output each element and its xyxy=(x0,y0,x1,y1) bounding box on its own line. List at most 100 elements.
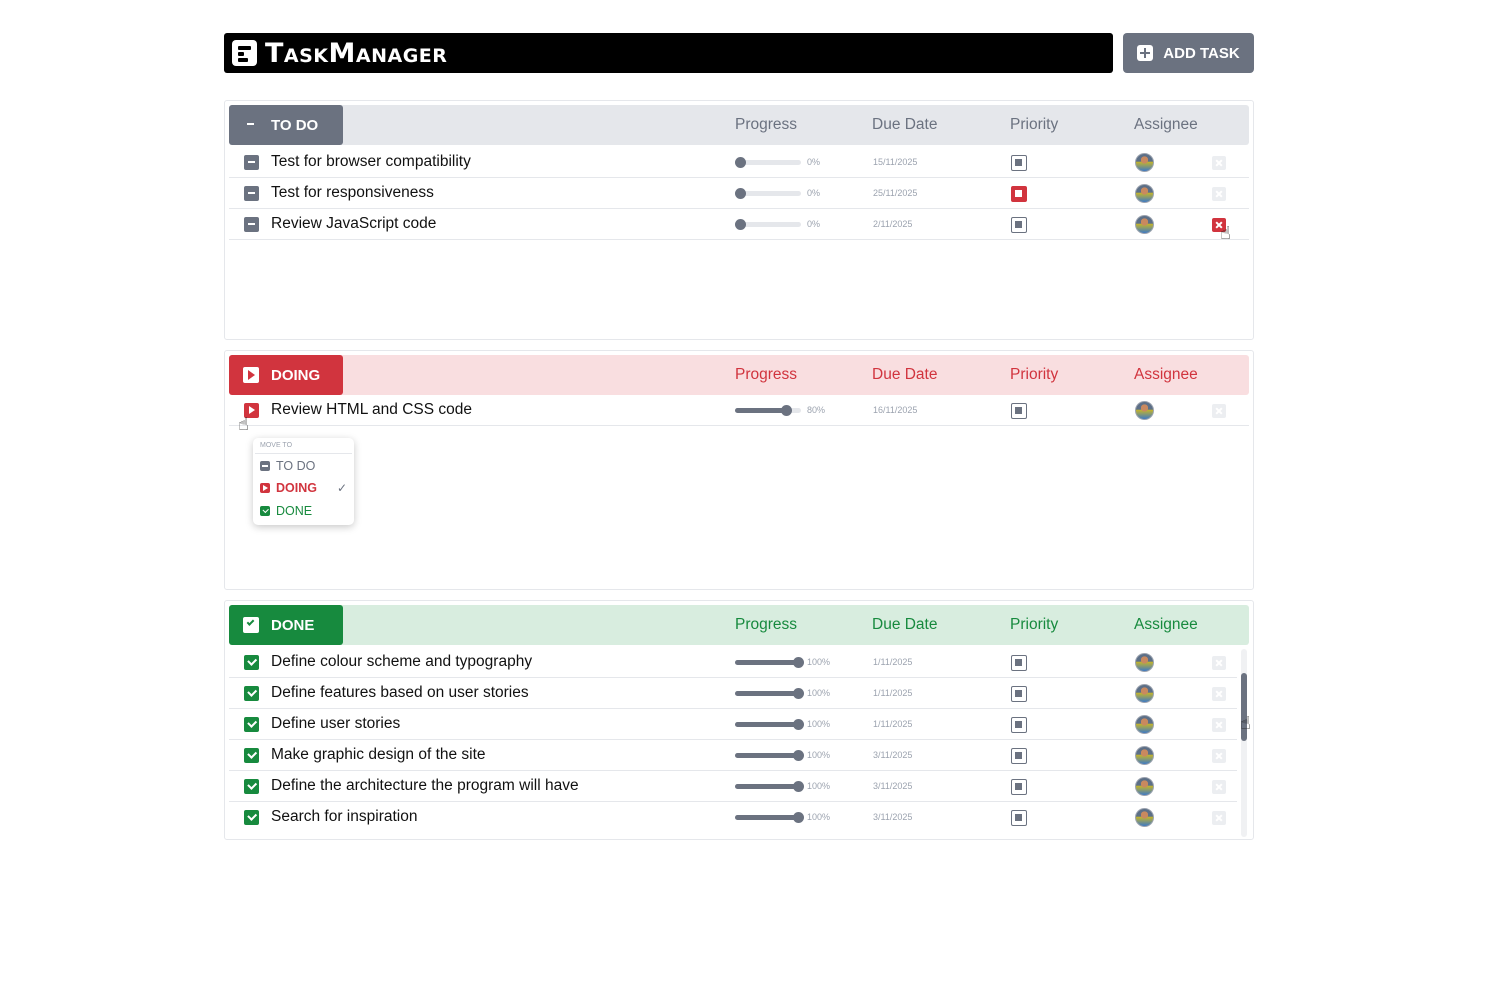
progress-percent: 100% xyxy=(807,719,831,729)
done-scrollbar[interactable] xyxy=(1241,649,1247,837)
option-label: DONE xyxy=(276,504,313,518)
due-date: 15/11/2025 xyxy=(873,157,918,167)
priority-flag-icon[interactable] xyxy=(1011,748,1027,764)
progress-slider[interactable] xyxy=(735,219,801,230)
delete-task-icon[interactable] xyxy=(1212,780,1226,794)
progress-percent: 100% xyxy=(807,781,831,791)
column-header-assignee: Assignee xyxy=(1134,616,1198,633)
progress-thumb[interactable] xyxy=(781,405,793,416)
task-name: Review HTML and CSS code xyxy=(271,401,473,418)
progress-thumb[interactable] xyxy=(793,781,804,792)
task-name: Review JavaScript code xyxy=(271,215,437,232)
due-date: 3/11/2025 xyxy=(873,812,913,822)
assignee-avatar[interactable] xyxy=(1135,777,1154,796)
priority-flag-icon[interactable] xyxy=(1011,186,1027,202)
progress-thumb[interactable] xyxy=(793,719,804,730)
assignee-avatar[interactable] xyxy=(1135,153,1154,172)
doing-badge: DOING xyxy=(229,355,343,395)
column-header-priority: Priority xyxy=(1010,616,1059,633)
progress-fill xyxy=(735,722,801,727)
progress-slider[interactable] xyxy=(735,405,801,416)
priority-flag-icon[interactable] xyxy=(1011,717,1027,733)
task-row: Search for inspiration 100% 3/11/2025 xyxy=(229,802,1237,835)
assignee-avatar[interactable] xyxy=(1135,808,1154,827)
task-row: Test for browser compatibility 0% 15/11/20… xyxy=(229,147,1249,178)
move-to-heading: MOVE TO xyxy=(260,442,293,449)
progress-slider[interactable] xyxy=(735,781,804,792)
assignee-avatar[interactable] xyxy=(1135,215,1154,234)
column-header-priority: Priority xyxy=(1010,116,1059,133)
progress-slider[interactable] xyxy=(735,157,801,168)
move-to-todo-option[interactable]: TO DO xyxy=(260,458,352,476)
check-square-icon[interactable] xyxy=(244,748,259,763)
delete-task-icon[interactable] xyxy=(1212,749,1226,763)
priority-flag-icon[interactable] xyxy=(1011,779,1027,795)
column-header-assignee: Assignee xyxy=(1134,366,1198,383)
assignee-avatar[interactable] xyxy=(1135,684,1154,703)
move-to-doing-option[interactable]: DOING ✓ xyxy=(260,480,352,498)
check-square-icon[interactable] xyxy=(244,655,259,670)
progress-slider[interactable] xyxy=(735,812,804,823)
delete-task-icon[interactable] xyxy=(1212,656,1226,670)
progress-slider[interactable] xyxy=(735,188,801,199)
task-name: Search for inspiration xyxy=(271,808,418,825)
priority-flag-icon[interactable] xyxy=(1011,686,1027,702)
dropdown-divider xyxy=(255,453,352,454)
check-square-icon[interactable] xyxy=(244,686,259,701)
progress-thumb[interactable] xyxy=(793,657,804,668)
progress-thumb[interactable] xyxy=(735,219,746,230)
priority-flag-icon[interactable] xyxy=(1011,217,1027,233)
task-row: Review HTML and CSS code 80% 16/11/2025 xyxy=(229,395,1249,426)
minus-square-icon[interactable] xyxy=(244,155,259,170)
priority-flag-icon[interactable] xyxy=(1011,403,1027,419)
check-square-icon[interactable] xyxy=(244,779,259,794)
progress-slider[interactable] xyxy=(735,719,804,730)
play-square-icon xyxy=(243,367,259,383)
doing-section-header: DOING Progress Due Date Priority Assigne… xyxy=(229,355,1249,395)
column-header-progress: Progress xyxy=(735,116,798,133)
done-badge: DONE xyxy=(229,605,343,645)
delete-task-icon[interactable] xyxy=(1212,156,1226,170)
task-name: Define the architecture the program will… xyxy=(271,777,579,794)
progress-fill xyxy=(735,815,801,820)
progress-thumb[interactable] xyxy=(793,812,804,823)
delete-task-icon[interactable] xyxy=(1212,687,1226,701)
delete-task-icon[interactable] xyxy=(1212,187,1226,201)
assignee-avatar[interactable] xyxy=(1135,715,1154,734)
delete-task-icon[interactable] xyxy=(1212,404,1226,418)
progress-thumb[interactable] xyxy=(793,688,804,699)
progress-fill xyxy=(735,753,801,758)
priority-flag-icon[interactable] xyxy=(1011,810,1027,826)
add-task-button[interactable]: ADD TASK xyxy=(1123,33,1254,73)
done-section: DONE Progress Due Date Priority Assignee… xyxy=(224,600,1254,840)
move-to-done-option[interactable]: DONE xyxy=(260,503,352,521)
minus-square-icon[interactable] xyxy=(244,217,259,232)
assignee-avatar[interactable] xyxy=(1135,653,1154,672)
progress-slider[interactable] xyxy=(735,657,804,668)
minus-square-icon xyxy=(243,117,259,133)
delete-task-icon[interactable] xyxy=(1212,811,1226,825)
minus-square-icon[interactable] xyxy=(244,186,259,201)
check-square-icon[interactable] xyxy=(244,810,259,825)
progress-thumb[interactable] xyxy=(735,157,746,168)
task-row: Define the architecture the program will… xyxy=(229,771,1237,802)
check-square-icon[interactable] xyxy=(244,717,259,732)
priority-flag-icon[interactable] xyxy=(1011,655,1027,671)
priority-flag-icon[interactable] xyxy=(1011,155,1027,171)
assignee-avatar[interactable] xyxy=(1135,746,1154,765)
task-name: Define user stories xyxy=(271,715,401,732)
delete-task-icon[interactable] xyxy=(1212,718,1226,732)
due-date: 1/11/2025 xyxy=(873,688,913,698)
progress-slider[interactable] xyxy=(735,750,804,761)
progress-thumb[interactable] xyxy=(793,750,804,761)
progress-fill xyxy=(735,784,801,789)
option-label: TO DO xyxy=(276,459,316,473)
assignee-avatar[interactable] xyxy=(1135,401,1154,420)
progress-slider[interactable] xyxy=(735,688,804,699)
progress-thumb[interactable] xyxy=(735,188,746,199)
progress-fill xyxy=(735,691,801,696)
assignee-avatar[interactable] xyxy=(1135,184,1154,203)
progress-percent: 100% xyxy=(807,688,831,698)
progress-percent: 100% xyxy=(807,657,831,667)
column-header-priority: Priority xyxy=(1010,366,1059,383)
